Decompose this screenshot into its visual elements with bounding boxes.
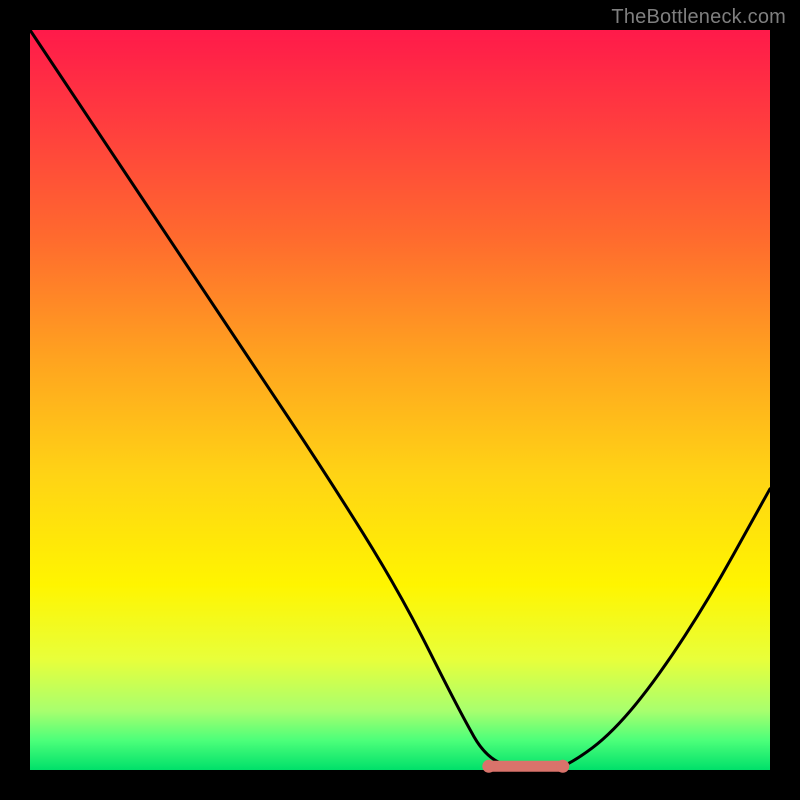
bottleneck-curve-path: [30, 30, 770, 770]
optimal-range-dot-left: [482, 760, 495, 773]
chart-frame: TheBottleneck.com: [0, 0, 800, 800]
optimal-range-dot-right: [556, 760, 569, 773]
chart-plot-area: [30, 30, 770, 770]
watermark-text: TheBottleneck.com: [611, 6, 786, 29]
chart-svg: [30, 30, 770, 770]
